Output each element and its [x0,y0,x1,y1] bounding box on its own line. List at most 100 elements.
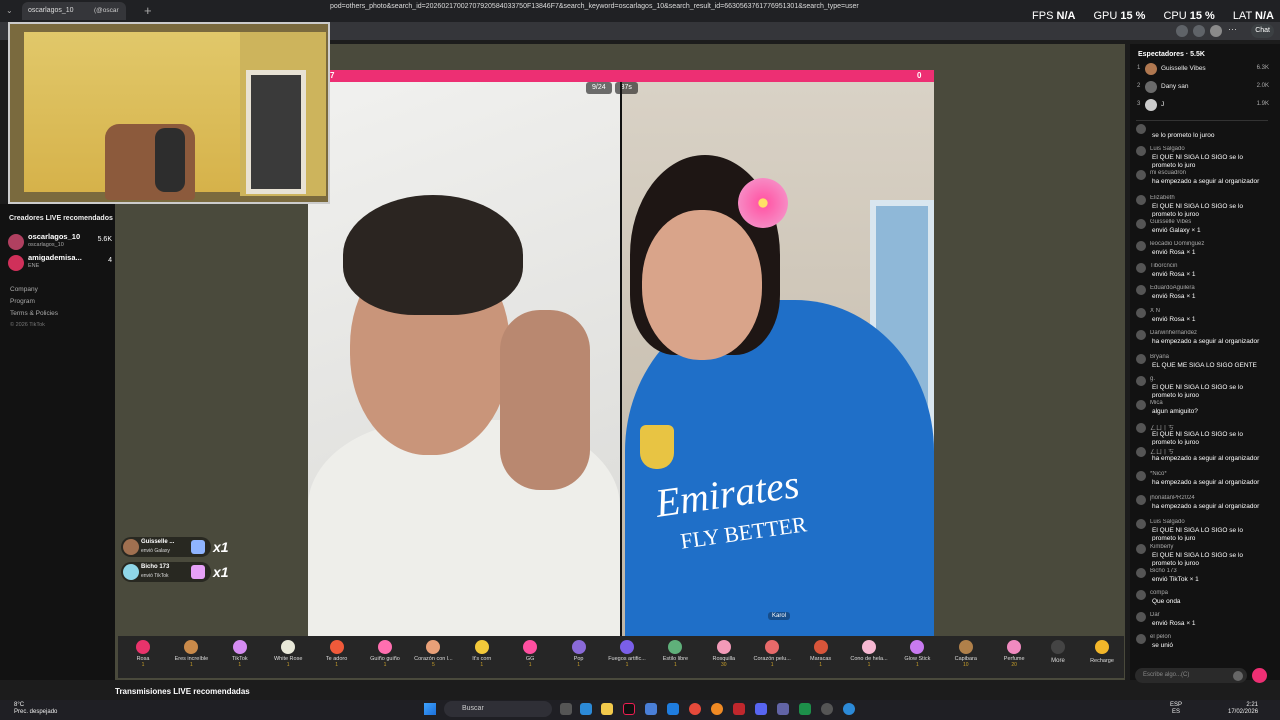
profile-avatar[interactable] [1210,25,1222,37]
new-tab-label: + [144,3,152,18]
excel-icon[interactable] [799,703,811,715]
chat-message[interactable]: ㄥㄩ丨ㄎ ha empezado a seguir al organizador [1136,446,1268,469]
language-indicator[interactable]: ESP ES [1170,702,1182,716]
gift-item[interactable]: Guiño guiño 1 [361,640,409,676]
chat-message[interactable]: Darwinhernandez ha empezado a seguir al o… [1136,329,1268,352]
gift-item[interactable]: White Rose 1 [264,640,312,676]
chat-message[interactable]: compa Que onda [1136,590,1268,610]
chat-message[interactable]: EduardoAguilera envió Rosa × 1 [1136,285,1268,305]
performance-hud: FPS N/A GPU 15 % CPU 15 % LAT N/A [1032,10,1274,22]
top-viewer[interactable]: 3 J 1.9K [1137,98,1269,114]
store-icon[interactable] [645,703,657,715]
chat-message[interactable]: ㄥㄩ丨ㄎ El QUE NI SIGA LO SIGO se lo prometo… [1136,422,1268,445]
gift-item[interactable]: Perfume 20 [990,640,1038,676]
top-viewer[interactable]: 1 Guisselle Vibes 6.3K [1137,62,1269,78]
gift-item[interactable]: Eres increíble 1 [167,640,215,676]
chat-message[interactable]: el pelon se unió [1136,634,1268,654]
gift-icon [329,640,344,654]
chrome-icon[interactable] [689,703,701,715]
chat-message[interactable]: Mica algun amiguito? [1136,400,1268,420]
bookmark-icon[interactable] [1176,25,1188,37]
teams-icon[interactable] [777,703,789,715]
viewer-rank: 3 [1137,101,1141,107]
viewer-rank: 2 [1137,83,1141,89]
tab-second[interactable]: (@oscar [88,2,126,20]
gift-icon [765,640,780,654]
chat-message[interactable]: X Nenvió Rosa × 1 [1136,307,1268,328]
gift-icon [281,640,296,654]
footer-link-terms[interactable]: Terms & Policies [10,310,58,317]
chat-message[interactable]: Kimberly El QUE NI SIGA LO SIGO se lo pro… [1136,543,1268,566]
gift-item[interactable]: Capibara 10 [942,640,990,676]
recommended-creators-title: Creadores LIVE recomendados [9,215,113,222]
chat-message[interactable]: Tiborcncin envió Rosa × 1 [1136,263,1268,283]
gift-item[interactable]: Rosquilla 30 [700,640,748,676]
gift-price: 1 [577,662,580,668]
discord-icon[interactable] [755,703,767,715]
menu-icon[interactable]: ⋯ [1228,24,1237,35]
battle-timer: 37s [614,82,638,94]
footer-link-program[interactable]: Program [10,298,35,305]
footer-link-company[interactable]: Company [10,286,38,293]
guest-name-tag[interactable]: Karol [768,612,791,620]
more-gifts-button[interactable]: More [1046,640,1070,674]
gift-item[interactable]: Rosa 1 [119,640,167,676]
avatar [1136,376,1146,387]
chat-message[interactable]: se lo prometo lo juroo [1136,124,1268,144]
tiktok-icon[interactable] [623,703,635,715]
gift-item[interactable]: Estilo libre 1 [651,640,699,676]
viewers-title[interactable]: Espectadores · 5.5K [1138,51,1205,58]
mail-icon[interactable] [667,703,679,715]
tab-list-icon[interactable]: ⌄ [6,6,13,15]
notice-user: Bicho 173 [141,564,170,570]
new-tab-button[interactable]: + [144,2,158,20]
creator-item[interactable]: amigademisa... ENE 4 [8,253,112,273]
gift-item[interactable]: Cono de hela... 1 [845,640,893,676]
gift-item[interactable]: Maracas 1 [797,640,845,676]
extensions-icon[interactable] [1193,25,1205,37]
chat-message[interactable]: *Nico* ha empezado a seguir al organizado… [1136,471,1268,493]
gift-item[interactable]: It's corn 1 [458,640,506,676]
chat-message[interactable]: leocadio Dominguez envió Rosa × 1 [1136,241,1268,261]
gift-item[interactable]: GG 1 [506,640,554,676]
chat-message[interactable]: Luis Salgado El QUE NI SIGA LO SIGO se lo… [1136,519,1268,541]
gift-item[interactable]: Corazón pelu... 1 [748,640,796,676]
settings-icon[interactable] [821,703,833,715]
chat-message[interactable]: Luis Salgado El QUE NI SIGA LO SIGO se lo… [1136,146,1268,168]
creator-item[interactable]: oscarlagos_10 oscarlagos_10 5.6K [8,232,112,252]
firefox-icon[interactable] [711,703,723,715]
gift-item[interactable]: Fuegos artific... 1 [603,640,651,676]
club-crest-icon [640,425,674,469]
gift-item[interactable]: Te adoro 1 [313,640,361,676]
gift-item[interactable]: Glow Stick 1 [893,640,941,676]
url-field[interactable]: pod=others_photo&search_id=2026021700270… [330,3,859,10]
recharge-button[interactable]: Recharge [1087,640,1117,674]
explorer-icon[interactable] [601,703,613,715]
taskbar-search[interactable]: Buscar [444,701,552,717]
edge-alt-icon[interactable] [843,703,855,715]
gift-item[interactable]: Pop 1 [555,640,603,676]
emoji-icon[interactable] [1233,671,1243,681]
chat-message[interactable]: Elizabeth El QUE NI SIGA LO SIGO se lo pr… [1136,194,1268,217]
weather-widget[interactable]: 8°C Prec. despejado [14,702,57,716]
chat-input[interactable]: Escribe algo...(C) [1135,668,1247,683]
top-viewer[interactable]: 2 Dany san 2.0K [1137,80,1269,96]
gift-item[interactable]: TikTok 1 [216,640,264,676]
edge-icon[interactable] [580,703,592,715]
chat-message[interactable]: mi escuadrón ha empezado a seguir al orga… [1136,170,1268,192]
system-clock[interactable]: 2:21 17/02/2026 [1228,702,1258,716]
chat-message[interactable]: Dar envió Rosa × 1 [1136,612,1268,632]
chat-message[interactable]: jhonatanPR2024 ha empezado a seguir al or… [1136,495,1268,517]
chat-text: envió Rosa × 1 [1152,249,1196,256]
like-heart-icon[interactable] [1252,668,1267,683]
windows-start-icon[interactable] [424,703,436,715]
chat-message[interactable]: Bicho 173 envió TikTok × 1 [1136,567,1268,588]
chat-message[interactable]: Bryana EL QUE ME SIGA LO SIGO GENTE [1136,354,1268,374]
chat-button-label: Chat [1255,27,1270,34]
app-icon[interactable] [733,703,745,715]
task-view-icon[interactable] [560,703,572,715]
copilot-chat-button[interactable]: Chat [1251,24,1274,38]
gift-item[interactable]: Corazón con l... 5 [409,640,457,676]
chat-message[interactable]: Guisselle Vibes envió Galaxy × 1 [1136,218,1268,239]
chat-message[interactable]: g. El QUE NI SIGA LO SIGO se lo prometo l… [1136,376,1268,398]
